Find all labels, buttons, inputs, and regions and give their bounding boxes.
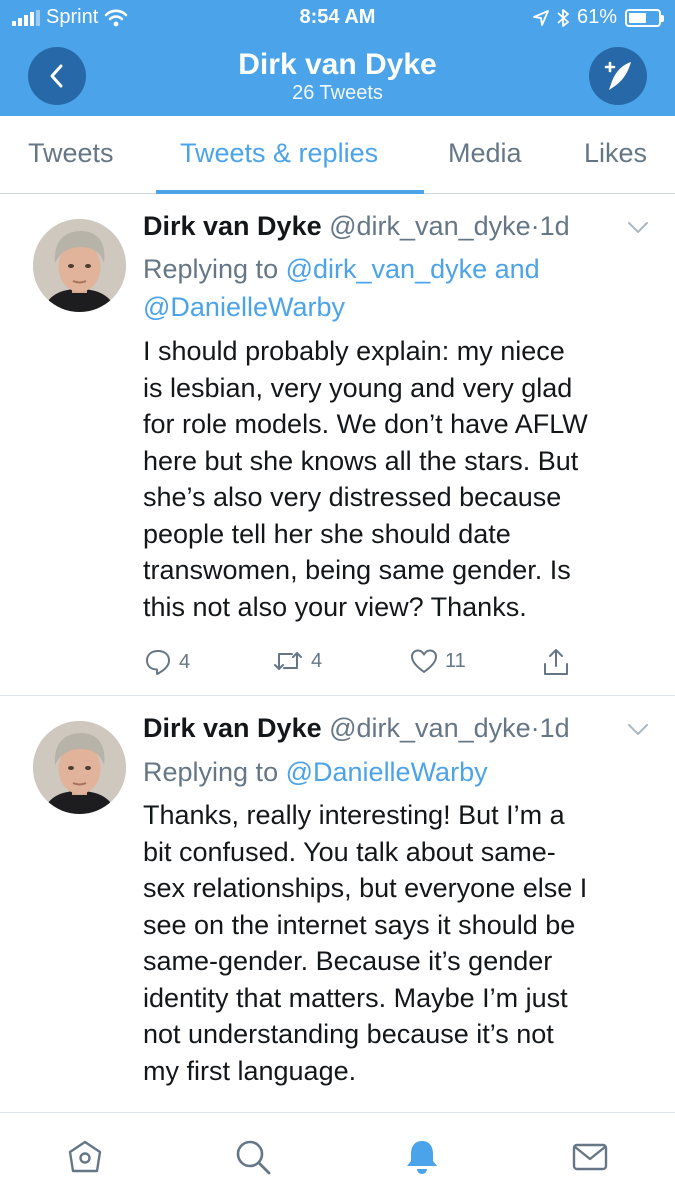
author-handle[interactable]: @dirk_van_dyke xyxy=(329,713,531,743)
tab-tweets[interactable]: Tweets xyxy=(28,138,114,169)
home-icon xyxy=(68,1140,102,1173)
chevron-down-icon xyxy=(628,222,648,233)
retweet-icon xyxy=(274,652,302,670)
avatar-photo xyxy=(33,219,126,312)
avatar-photo xyxy=(33,721,126,814)
profile-name-title: Dirk van Dyke xyxy=(238,48,437,81)
tweet-text: I should probably explain: my niece is l… xyxy=(143,333,653,625)
tweet-header: Dirk van Dyke @dirk_van_dyke·1d xyxy=(143,713,570,744)
tweet-text-line: sex relationships, but everyone else I xyxy=(143,873,588,903)
tab-likes[interactable]: Likes xyxy=(584,138,647,169)
mention-link[interactable]: @dirk_van_dyke xyxy=(286,254,488,284)
like-count: 11 xyxy=(445,649,466,672)
replying-and: and xyxy=(494,254,540,284)
tweet-header: Dirk van Dyke @dirk_van_dyke·1d xyxy=(143,211,570,242)
like-button[interactable]: 11 xyxy=(409,647,466,675)
share-button[interactable] xyxy=(541,647,571,677)
retweet-button[interactable]: 4 xyxy=(271,647,322,675)
tweet-text-line: my first language. xyxy=(143,1055,357,1086)
tab-media[interactable]: Media xyxy=(448,138,522,169)
active-tab-indicator xyxy=(156,190,424,194)
tweet-text-line: Thanks, really interesting! But I’m a xyxy=(143,800,565,830)
notifications-bell-icon xyxy=(407,1141,437,1174)
tweet-menu-button[interactable] xyxy=(627,723,649,742)
tweet-text-line: not understanding because it’s not xyxy=(143,1019,554,1049)
nav-search[interactable] xyxy=(231,1135,275,1179)
bottom-tab-bar xyxy=(0,1112,675,1200)
reply-icon xyxy=(146,650,170,675)
battery-percent: 61% xyxy=(576,6,617,28)
battery-icon xyxy=(625,8,664,27)
tweet[interactable]: Dirk van Dyke @dirk_van_dyke·1d Replying… xyxy=(0,195,675,696)
replying-to-label: Replying to xyxy=(143,757,279,787)
tweet-actions: 4 4 11 xyxy=(143,647,583,679)
separator: · xyxy=(530,713,540,743)
nav-home[interactable] xyxy=(63,1135,107,1179)
tab-tweets-and-replies[interactable]: Tweets & replies xyxy=(180,138,378,169)
search-icon xyxy=(236,1140,271,1175)
tweet-text-line: I should probably explain: my niece xyxy=(143,336,565,366)
tweet-text-line: identity that matters. Maybe I’m just xyxy=(143,982,568,1013)
tweet-count: 26 Tweets xyxy=(292,82,383,104)
author-handle[interactable]: @dirk_van_dyke xyxy=(329,211,531,241)
avatar[interactable] xyxy=(33,721,126,814)
tweet-text-line: this not also your view? Thanks. xyxy=(143,591,527,622)
tweet-text-line: people tell her she should date xyxy=(143,518,511,549)
tweet-time: 1d xyxy=(539,713,570,743)
bluetooth-icon xyxy=(557,8,569,27)
tweet-time: 1d xyxy=(539,211,570,241)
location-arrow-icon xyxy=(533,9,549,26)
replying-to: Replying to @DanielleWarby xyxy=(143,753,643,791)
reply-count: 4 xyxy=(179,650,191,673)
reply-button[interactable]: 4 xyxy=(143,647,190,677)
tweet-text-line: see on the internet says it should be xyxy=(143,909,576,940)
tweet-text: Thanks, really interesting! But I’m a bi… xyxy=(143,797,653,1089)
tweet-text-line: here but she knows all the stars. But xyxy=(143,445,579,476)
replying-to: Replying to @dirk_van_dyke and @Danielle… xyxy=(143,250,643,326)
compose-tweet-icon xyxy=(604,61,631,90)
share-icon xyxy=(544,649,568,675)
replying-to-label: Replying to xyxy=(143,254,279,284)
tweet-text-line: for role models. We don’t have AFLW xyxy=(143,409,588,439)
tweet-text-line: transwomen, being same gender. Is xyxy=(143,555,571,585)
tweet-text-line: she’s also very distressed because xyxy=(143,482,562,512)
nav-notifications[interactable] xyxy=(400,1135,444,1179)
status-bar: Sprint 8:54 AM 61% xyxy=(0,0,675,36)
mention-link[interactable]: @DanielleWarby xyxy=(286,757,488,787)
profile-header: Sprint 8:54 AM 61% Dirk van Dyke 26 Twee… xyxy=(0,0,675,116)
tweet-menu-button[interactable] xyxy=(627,221,649,240)
chevron-down-icon xyxy=(628,724,648,735)
tweet[interactable]: Dirk van Dyke @dirk_van_dyke·1d Replying… xyxy=(0,697,675,1111)
tweet-text-line: same-gender. Because it’s gender xyxy=(143,946,553,976)
nav-messages[interactable] xyxy=(568,1135,612,1179)
compose-tweet-button[interactable] xyxy=(589,47,647,105)
author-name[interactable]: Dirk van Dyke xyxy=(143,713,322,743)
battery-level xyxy=(629,12,647,23)
mention-link[interactable]: @DanielleWarby xyxy=(143,292,345,322)
profile-tabs: Tweets Tweets & replies Media Likes xyxy=(0,116,675,194)
heart-icon xyxy=(411,649,437,673)
separator: · xyxy=(530,211,540,241)
retweet-count: 4 xyxy=(311,649,323,672)
author-name[interactable]: Dirk van Dyke xyxy=(143,211,322,241)
messages-envelope-icon xyxy=(572,1143,608,1171)
tweet-text-line: bit confused. You talk about same- xyxy=(143,836,556,867)
tweet-text-line: is lesbian, very young and very glad xyxy=(143,372,573,403)
avatar[interactable] xyxy=(33,219,126,312)
